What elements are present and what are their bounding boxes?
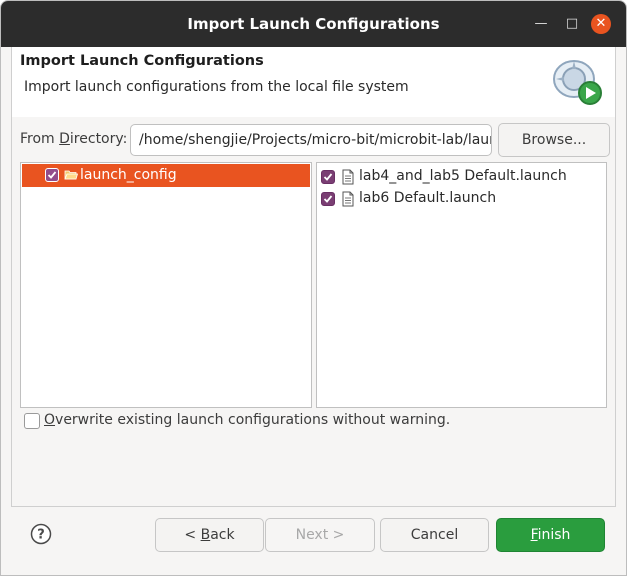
directory-input[interactable]: /home/shengjie/Projects/micro-bit/microb…: [130, 124, 492, 156]
file-label: lab6 Default.launch: [359, 190, 497, 206]
file-icon: [342, 191, 354, 207]
list-item[interactable]: lab6 Default.launch: [321, 188, 601, 210]
next-button[interactable]: Next >: [265, 518, 375, 552]
overwrite-label[interactable]: Overwrite existing launch configurations…: [44, 412, 450, 428]
from-directory-label: From Directory:: [20, 131, 128, 147]
wizard-description: Import launch configurations from the lo…: [24, 79, 409, 95]
import-wizard-icon: [553, 60, 602, 105]
tree-item-label: launch_config: [80, 167, 177, 183]
minimize-icon[interactable]: —: [531, 14, 551, 34]
folder-tree[interactable]: launch_config: [20, 162, 312, 408]
folder-open-icon: [64, 170, 78, 180]
close-icon[interactable]: ✕: [591, 14, 611, 34]
browse-button[interactable]: Browse...: [498, 123, 610, 157]
list-item[interactable]: lab4_and_lab5 Default.launch: [321, 166, 601, 188]
wizard-title: Import Launch Configurations: [20, 53, 264, 69]
help-icon[interactable]: ?: [30, 523, 52, 545]
cancel-button[interactable]: Cancel: [380, 518, 489, 552]
file-checkbox[interactable]: [321, 170, 335, 184]
wizard-header: Import Launch Configurations Import laun…: [11, 47, 616, 117]
maximize-icon[interactable]: □: [562, 14, 582, 34]
folder-checkbox[interactable]: [45, 168, 59, 182]
file-list[interactable]: lab4_and_lab5 Default.launch lab6 Defaul…: [316, 162, 607, 408]
finish-button[interactable]: Finish: [496, 518, 605, 552]
title-bar[interactable]: Import Launch Configurations — □ ✕: [1, 1, 626, 47]
file-icon: [342, 169, 354, 185]
overwrite-checkbox[interactable]: [24, 413, 40, 429]
tree-item-launch-config[interactable]: launch_config: [22, 164, 310, 187]
file-label: lab4_and_lab5 Default.launch: [359, 168, 567, 184]
file-checkbox[interactable]: [321, 192, 335, 206]
help-icon-glyph: ?: [37, 528, 45, 543]
back-button[interactable]: < Back: [155, 518, 264, 552]
